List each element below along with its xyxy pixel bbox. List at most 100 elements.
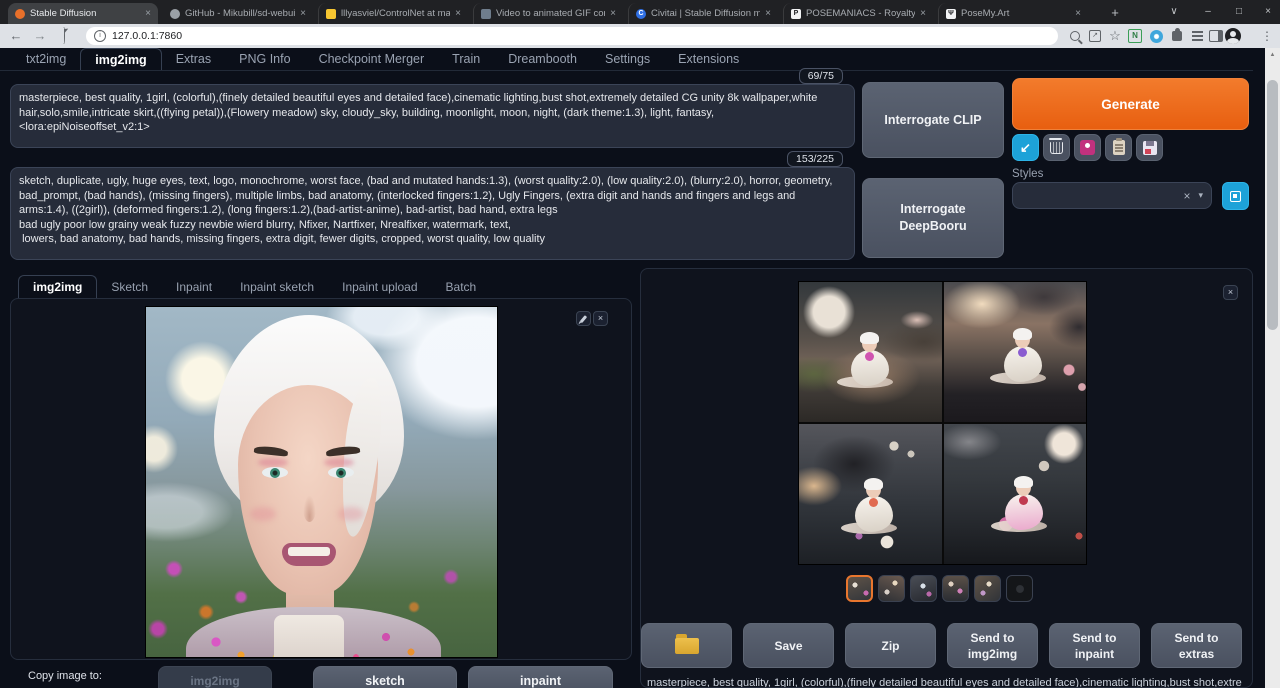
browser-tab-strip: Stable Diffusion × GitHub - Mikubill/sd-… bbox=[0, 0, 1280, 24]
paste-params-button[interactable]: ↙ bbox=[1012, 134, 1039, 161]
tab-settings[interactable]: Settings bbox=[591, 48, 664, 70]
browser-tab-posemyart[interactable]: Ψ PoseMy.Art × bbox=[938, 3, 1088, 24]
tab-png-info[interactable]: PNG Info bbox=[225, 48, 304, 70]
tab-close-icon[interactable]: × bbox=[765, 8, 771, 19]
tab-close-icon[interactable]: × bbox=[300, 8, 306, 19]
send-to-extras-button[interactable]: Send to extras bbox=[1151, 623, 1242, 668]
tab-img2img[interactable]: img2img bbox=[80, 48, 161, 70]
thumbnail-6[interactable] bbox=[1006, 575, 1033, 602]
negative-prompt-input[interactable]: sketch, duplicate, ugly, huge eyes, text… bbox=[10, 167, 855, 260]
tab-extras[interactable]: Extras bbox=[162, 48, 225, 70]
generate-button[interactable]: Generate bbox=[1012, 78, 1249, 130]
tab-close-icon[interactable]: × bbox=[455, 8, 461, 19]
extra-networks-button[interactable] bbox=[1074, 134, 1101, 161]
tab-close-icon[interactable]: × bbox=[920, 8, 926, 19]
tab-search-icon[interactable]: ∨ bbox=[1162, 2, 1186, 22]
subtab-batch[interactable]: Batch bbox=[432, 276, 491, 298]
send-to-inpaint-button[interactable]: Send to inpaint bbox=[1049, 623, 1140, 668]
tab-dreambooth[interactable]: Dreambooth bbox=[494, 48, 591, 70]
github-favicon bbox=[170, 9, 180, 19]
window-close-button[interactable]: × bbox=[1256, 2, 1280, 22]
portrait-teeth bbox=[288, 547, 330, 556]
back-icon[interactable]: ← bbox=[6, 26, 26, 46]
thumbnail-2[interactable] bbox=[878, 575, 905, 602]
subtab-sketch[interactable]: Sketch bbox=[97, 276, 162, 298]
browser-tab-controlnet[interactable]: lllyasviel/ControlNet at main × bbox=[318, 3, 468, 24]
output-image-1[interactable] bbox=[799, 282, 942, 422]
copy-image-to-label: Copy image to: bbox=[28, 670, 102, 682]
thumbnail-3[interactable] bbox=[910, 575, 937, 602]
source-image[interactable] bbox=[145, 306, 498, 658]
refresh-styles-button[interactable] bbox=[1222, 182, 1249, 210]
side-panel-icon[interactable] bbox=[1207, 28, 1225, 44]
copy-to-sketch-button[interactable]: sketch bbox=[313, 666, 457, 688]
browser-tab-posemaniacs[interactable]: P POSEMANIACS - Royalty free 3 × bbox=[783, 3, 933, 24]
scrollbar-thumb[interactable] bbox=[1267, 80, 1278, 330]
subtab-img2img[interactable]: img2img bbox=[18, 275, 97, 298]
tab-checkpoint-merger[interactable]: Checkpoint Merger bbox=[305, 48, 439, 70]
interrogate-deepbooru-button[interactable]: Interrogate DeepBooru bbox=[862, 178, 1004, 258]
thumbnail-4[interactable] bbox=[942, 575, 969, 602]
window-minimize-button[interactable]: – bbox=[1196, 2, 1220, 22]
address-bar[interactable]: i 127.0.0.1:7860 bbox=[86, 27, 1058, 45]
reading-list-icon[interactable] bbox=[1188, 28, 1206, 44]
open-folder-button[interactable] bbox=[641, 623, 732, 668]
chevron-down-icon[interactable]: ▾ bbox=[1198, 190, 1203, 201]
browser-tab-civitai[interactable]: C Civitai | Stable Diffusion models × bbox=[628, 3, 778, 24]
zip-button[interactable]: Zip bbox=[845, 623, 936, 668]
output-image-4[interactable] bbox=[944, 424, 1087, 564]
extensions-puzzle-icon[interactable] bbox=[1168, 28, 1186, 44]
copy-to-inpaint-button[interactable]: inpaint bbox=[468, 666, 613, 688]
zoom-icon[interactable] bbox=[1066, 28, 1084, 44]
tab-close-icon[interactable]: × bbox=[145, 8, 151, 19]
subtab-inpaint-sketch[interactable]: Inpaint sketch bbox=[226, 276, 328, 298]
tab-train[interactable]: Train bbox=[438, 48, 494, 70]
save-button[interactable]: Save bbox=[743, 623, 834, 668]
save-style-button[interactable] bbox=[1136, 134, 1163, 161]
new-tab-button[interactable]: + bbox=[1106, 4, 1124, 22]
refresh-icon bbox=[1230, 191, 1241, 202]
tab-close-icon[interactable]: × bbox=[610, 8, 616, 19]
site-info-icon[interactable]: i bbox=[94, 30, 106, 42]
output-image-grid[interactable] bbox=[798, 281, 1087, 565]
scrollbar-up-arrow[interactable]: ▲ bbox=[1265, 48, 1280, 62]
styles-dropdown[interactable]: × ▾ bbox=[1012, 182, 1212, 209]
portrait-blouse-panel bbox=[274, 615, 344, 658]
reload-icon[interactable] bbox=[54, 26, 74, 46]
window-maximize-button[interactable]: □ bbox=[1227, 2, 1251, 22]
portrait-eye-right bbox=[328, 467, 354, 478]
edit-image-button[interactable] bbox=[576, 311, 591, 326]
thumbnail-5[interactable] bbox=[974, 575, 1001, 602]
subtab-inpaint[interactable]: Inpaint bbox=[162, 276, 226, 298]
browser-tab-gif-converter[interactable]: Video to animated GIF converter × bbox=[473, 3, 623, 24]
extension-n-icon[interactable] bbox=[1126, 28, 1144, 44]
remove-image-button[interactable]: × bbox=[593, 311, 608, 326]
interrogate-clip-button[interactable]: Interrogate CLIP bbox=[862, 82, 1004, 158]
tab-close-icon[interactable]: × bbox=[1075, 8, 1081, 19]
tab-txt2img[interactable]: txt2img bbox=[12, 48, 80, 70]
bookmark-star-icon[interactable]: ☆ bbox=[1106, 28, 1124, 44]
share-icon[interactable]: ↗ bbox=[1086, 28, 1104, 44]
prompt-input[interactable]: masterpiece, best quality, 1girl, (color… bbox=[10, 84, 855, 148]
thumbnail-1-selected[interactable] bbox=[846, 575, 873, 602]
magnifier-glyph bbox=[1070, 31, 1080, 41]
browser-tab-stable-diffusion[interactable]: Stable Diffusion × bbox=[8, 3, 158, 24]
extension-blue-icon[interactable] bbox=[1147, 28, 1165, 44]
page-scrollbar[interactable]: ▲ bbox=[1265, 48, 1280, 688]
subtab-inpaint-upload[interactable]: Inpaint upload bbox=[328, 276, 431, 298]
output-image-2[interactable] bbox=[944, 282, 1087, 422]
figure-hair bbox=[864, 478, 883, 490]
profile-avatar[interactable] bbox=[1224, 28, 1242, 44]
clear-styles-icon[interactable]: × bbox=[1183, 189, 1190, 203]
send-to-img2img-button[interactable]: Send to img2img bbox=[947, 623, 1038, 668]
source-image-panel[interactable]: × bbox=[10, 298, 632, 660]
browser-tab-github[interactable]: GitHub - Mikubill/sd-webui-con × bbox=[163, 3, 313, 24]
clear-prompt-button[interactable] bbox=[1043, 134, 1070, 161]
apply-style-button[interactable] bbox=[1105, 134, 1132, 161]
forward-icon[interactable]: → bbox=[30, 26, 50, 46]
close-gallery-button[interactable]: × bbox=[1223, 285, 1238, 300]
browser-menu-icon[interactable]: ⋮ bbox=[1258, 28, 1276, 44]
tab-extensions[interactable]: Extensions bbox=[664, 48, 753, 70]
browser-tab-title: PoseMy.Art bbox=[961, 8, 1070, 19]
output-image-3[interactable] bbox=[799, 424, 942, 564]
